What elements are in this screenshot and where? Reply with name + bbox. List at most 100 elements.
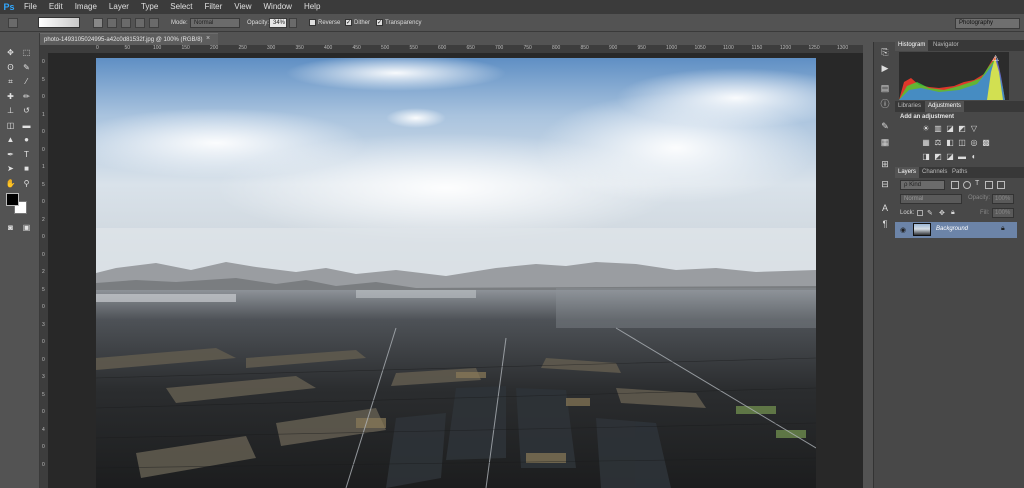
mode-select[interactable]: Normal [190, 18, 240, 28]
radial-gradient-icon[interactable] [107, 18, 117, 28]
levels-icon[interactable]: ▥ [933, 124, 943, 134]
history-brush-icon[interactable]: ↺ [20, 105, 33, 116]
reverse-checkbox[interactable] [309, 19, 316, 26]
workspace-switcher[interactable]: Photography [955, 18, 1020, 29]
tool-preset-icon[interactable] [8, 18, 18, 28]
tab-navigator[interactable]: Navigator [930, 40, 962, 51]
brightness-contrast-icon[interactable]: ☀ [921, 124, 931, 134]
menu-help[interactable]: Help [298, 0, 326, 14]
filter-smart-object-icon[interactable] [997, 181, 1005, 189]
lock-pixels-icon[interactable]: ✎ [927, 209, 933, 217]
blur-icon[interactable]: ▲ [4, 134, 17, 145]
shape-icon[interactable]: ■ [20, 163, 33, 174]
lock-position-icon[interactable]: ✥ [939, 209, 945, 217]
tab-layers[interactable]: Layers [895, 167, 920, 178]
menu-type[interactable]: Type [135, 0, 164, 14]
lock-transparent-icon[interactable] [917, 210, 923, 216]
linear-gradient-icon[interactable] [93, 18, 103, 28]
hand-icon[interactable]: ✋ [4, 178, 17, 189]
menu-image[interactable]: Image [69, 0, 103, 14]
document-tab[interactable]: photo-1493105024995-a42c0d81532f.jpg @ 1… [40, 33, 218, 45]
gradient-picker[interactable] [38, 17, 80, 28]
path-select-icon[interactable]: ➤ [4, 163, 17, 174]
eyedropper-icon[interactable]: ⁄ [20, 76, 33, 87]
color-balance-icon[interactable]: ⚖ [933, 138, 943, 148]
foreground-color-swatch[interactable] [6, 193, 19, 206]
lasso-icon[interactable]: ʘ [4, 62, 17, 73]
clone-source-icon[interactable]: ⊞ [879, 158, 891, 170]
tab-libraries[interactable]: Libraries [895, 101, 924, 112]
marquee-icon[interactable]: ⬚ [20, 47, 33, 58]
menu-edit[interactable]: Edit [43, 0, 69, 14]
photo-filter-icon[interactable]: ◫ [957, 138, 967, 148]
menu-select[interactable]: Select [164, 0, 198, 14]
tab-paths[interactable]: Paths [949, 167, 970, 178]
tab-channels[interactable]: Channels [919, 167, 950, 178]
exposure-icon[interactable]: ◩ [957, 124, 967, 134]
layer-opacity-field[interactable]: 100% [992, 194, 1014, 204]
filter-adjustment-icon[interactable] [963, 181, 971, 189]
document-image[interactable] [96, 58, 816, 488]
visibility-eye-icon[interactable]: ◉ [900, 226, 906, 234]
color-lookup-icon[interactable]: ▩ [981, 138, 991, 148]
dither-checkbox[interactable]: ✓ [345, 19, 352, 26]
menu-window[interactable]: Window [258, 0, 298, 14]
pen-icon[interactable]: ✒ [4, 149, 17, 160]
dodge-icon[interactable]: ● [20, 134, 33, 145]
menu-filter[interactable]: Filter [199, 0, 229, 14]
posterize-icon[interactable]: ◩ [933, 152, 943, 162]
properties-panel-icon[interactable]: ▤ [879, 82, 891, 94]
tab-adjustments[interactable]: Adjustments [925, 101, 965, 112]
brush-icon[interactable]: ✏ [20, 91, 33, 102]
opacity-field[interactable]: 34% [269, 18, 287, 28]
filter-pixel-icon[interactable] [951, 181, 959, 189]
zoom-icon[interactable]: ⚲ [20, 178, 33, 189]
fill-field[interactable]: 100% [992, 208, 1014, 218]
close-tab-icon[interactable]: × [206, 33, 216, 45]
stamp-icon[interactable]: ⊥ [4, 105, 17, 116]
brush-presets-icon[interactable]: ▦ [879, 136, 891, 148]
layer-filter-kind[interactable]: ρ Kind [900, 180, 945, 190]
black-white-icon[interactable]: ◧ [945, 138, 955, 148]
diamond-gradient-icon[interactable] [149, 18, 159, 28]
paragraph-panel-icon[interactable]: ¶ [879, 218, 891, 230]
warning-icon[interactable]: ⚠ [992, 54, 999, 63]
character-panel-icon[interactable]: A [879, 202, 891, 214]
info-panel-icon[interactable]: ⓘ [879, 98, 891, 110]
tool-presets-icon[interactable]: ⊟ [879, 178, 891, 190]
actions-panel-icon[interactable]: ▶ [879, 62, 891, 74]
vibrance-icon[interactable]: ▽ [969, 124, 979, 134]
quick-select-icon[interactable]: ✎ [20, 62, 33, 73]
angle-gradient-icon[interactable] [121, 18, 131, 28]
lock-all-icon[interactable]: 🔒︎ [951, 209, 955, 217]
hue-saturation-icon[interactable]: ▦ [921, 138, 931, 148]
tab-histogram[interactable]: Histogram [895, 40, 929, 51]
screen-mode-icon[interactable]: ▣ [20, 222, 33, 233]
transparency-checkbox[interactable]: ✓ [376, 19, 383, 26]
crop-icon[interactable]: ⌗ [4, 76, 17, 87]
gradient-icon[interactable]: ▬ [20, 120, 33, 131]
reflected-gradient-icon[interactable] [135, 18, 145, 28]
eraser-icon[interactable]: ◫ [4, 120, 17, 131]
opacity-dropdown-icon[interactable] [289, 18, 297, 28]
filter-shape-icon[interactable] [985, 181, 993, 189]
quick-mask-icon[interactable]: ◙ [4, 222, 17, 233]
gradient-map-icon[interactable]: ▬ [957, 152, 967, 162]
curves-icon[interactable]: ◪ [945, 124, 955, 134]
layer-name[interactable]: Background [936, 226, 968, 232]
layer-row-background[interactable]: ◉ Background 🔒︎ [895, 222, 1017, 238]
channel-mixer-icon[interactable]: ◎ [969, 138, 979, 148]
menu-file[interactable]: File [18, 0, 43, 14]
brush-panel-icon[interactable]: ✎ [879, 120, 891, 132]
invert-icon[interactable]: ◨ [921, 152, 931, 162]
menu-view[interactable]: View [228, 0, 257, 14]
threshold-icon[interactable]: ◪ [945, 152, 955, 162]
history-panel-icon[interactable]: ⎘ [879, 46, 891, 58]
healing-icon[interactable]: ✚ [4, 91, 17, 102]
move-icon[interactable]: ✥ [4, 47, 17, 58]
blend-mode-select[interactable]: Normal [900, 194, 962, 204]
type-icon[interactable]: T [20, 149, 33, 160]
filter-type-icon[interactable]: T [975, 180, 979, 187]
selective-color-icon[interactable]: ◐ [969, 152, 979, 162]
menu-layer[interactable]: Layer [103, 0, 135, 14]
